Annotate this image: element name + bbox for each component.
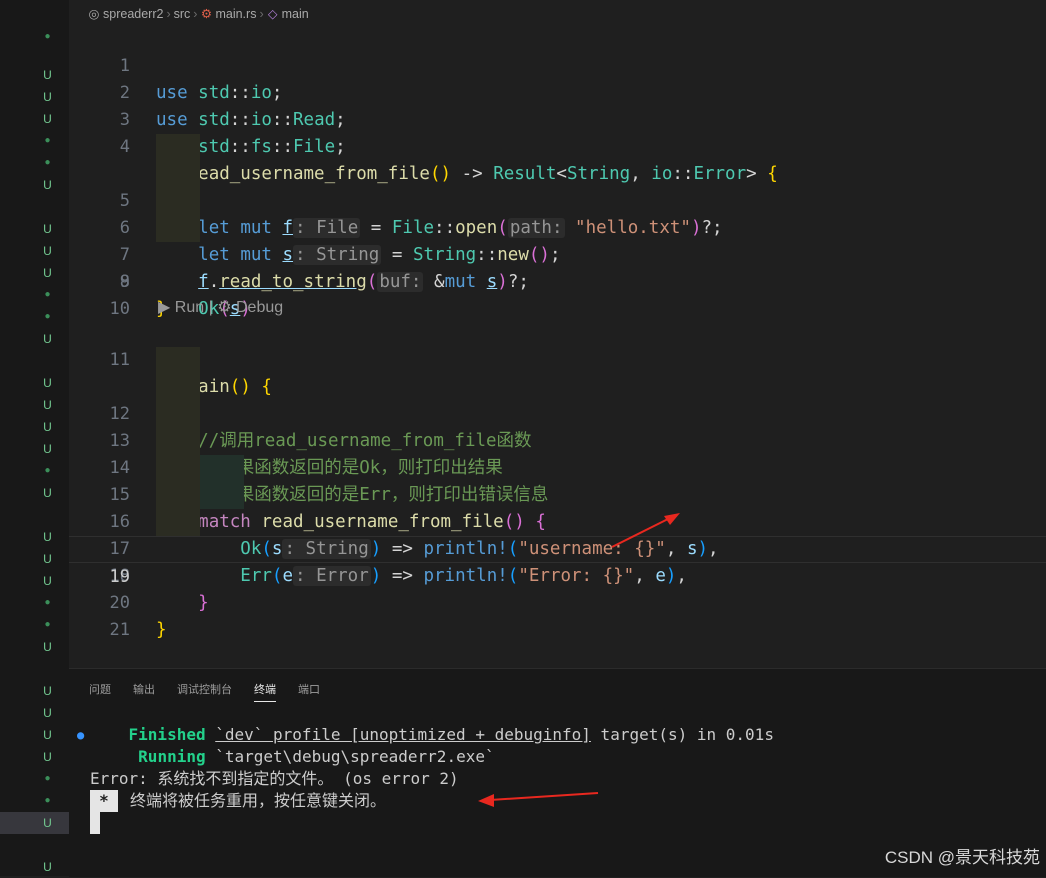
function-cube-icon: ◇ xyxy=(267,7,278,21)
terminal-status-dot-icon: ● xyxy=(77,728,85,742)
code-line[interactable]: 7 f.read_to_string(buf: &mut s)?; xyxy=(69,188,1046,292)
code-line[interactable]: 3 use std::fs::File; xyxy=(69,80,1046,157)
run-codelens-button[interactable]: ▶ Run xyxy=(158,299,204,316)
chevron-right-icon: › xyxy=(259,7,264,21)
watermark: CSDN @景天科技苑 xyxy=(884,848,1040,867)
breadcrumb: ◎ spreaderr2 › src › ⚙ main.rs › ◇ main xyxy=(88,6,309,21)
git-untracked-badge: U xyxy=(43,706,52,720)
code-line[interactable]: 2 use std::io::Read; xyxy=(69,53,1046,130)
annotation-arrow xyxy=(611,513,680,548)
git-untracked-badge[interactable]: U xyxy=(0,812,69,834)
line-number: 21 xyxy=(109,620,130,640)
git-gutter: ● U U U ● ● U U U U ● ● U U U U U ● U U … xyxy=(0,0,69,876)
tab-debug-console[interactable]: 调试控制台 xyxy=(177,681,232,701)
git-untracked-badge: U xyxy=(43,90,52,104)
tab-problems[interactable]: 问题 xyxy=(89,681,111,701)
codelens-separator: | xyxy=(208,299,213,316)
git-untracked-badge: U xyxy=(43,420,52,434)
tab-ports[interactable]: 端口 xyxy=(298,681,320,701)
chevron-right-icon: › xyxy=(193,7,198,21)
code-text: } xyxy=(156,620,167,640)
git-untracked-badge: U xyxy=(43,68,52,82)
terminal-line: 终端将被任务重用，按任意键关闭。 xyxy=(130,791,387,810)
code-line[interactable]: 14 //如果函数返回的是Err，则打印出错误信息 xyxy=(69,401,1046,505)
terminal-cursor xyxy=(90,812,100,834)
git-untracked-badge: U xyxy=(43,266,52,280)
code-line[interactable]: 16 Ok(s: String) => println!("username: … xyxy=(69,455,1046,559)
current-code-line[interactable]: 19 xyxy=(69,536,1046,587)
code-line[interactable]: 10 xyxy=(69,269,1046,319)
git-untracked-badge: U xyxy=(43,684,52,698)
git-untracked-badge: U xyxy=(43,574,52,588)
git-modified-dot: ● xyxy=(44,311,51,322)
debug-codelens-button[interactable]: ⚙ Debug xyxy=(217,299,283,316)
code-line[interactable]: 1 use std::io; xyxy=(69,26,1046,103)
git-untracked-badge: U xyxy=(43,112,52,126)
breadcrumb-symbol[interactable]: main xyxy=(282,7,309,21)
git-modified-dot: ● xyxy=(44,773,51,784)
git-modified-dot: ● xyxy=(44,135,51,146)
play-icon: ▶ xyxy=(158,299,171,316)
code-line[interactable]: 6 let mut s: String = String::new(); xyxy=(69,161,1046,265)
code-line[interactable]: 15 match read_username_from_file() { xyxy=(69,428,1046,532)
git-modified-dot: ● xyxy=(44,795,51,806)
git-untracked-badge: U xyxy=(43,552,52,566)
terminal-prompt-mark: * xyxy=(90,790,118,812)
git-untracked-badge: U xyxy=(43,728,52,742)
terminal-line: Running `target\debug\spreaderr2.exe` xyxy=(138,747,495,766)
git-untracked-badge: U xyxy=(43,376,52,390)
code-line[interactable]: 5 let mut f: File = File::open(path: "he… xyxy=(69,134,1046,238)
git-untracked-badge: U xyxy=(43,222,52,236)
code-line[interactable]: 17 Err(e: Error) => println!("Error: {}"… xyxy=(69,482,1046,586)
git-untracked-badge: U xyxy=(43,640,52,654)
line-number: 10 xyxy=(109,299,130,319)
tab-terminal[interactable]: 终端 xyxy=(254,681,276,702)
gear-icon: ⚙ xyxy=(217,299,232,316)
git-untracked-badge: U xyxy=(43,244,52,258)
breadcrumb-project[interactable]: spreaderr2 xyxy=(103,7,163,21)
code-line[interactable]: 4 fn read_username_from_file() -> Result… xyxy=(69,107,1046,184)
annotation-arrow xyxy=(478,792,599,807)
code-line[interactable]: 21 xyxy=(69,590,1046,640)
terminal-line: Finished `dev` profile [unoptimized + de… xyxy=(128,725,774,744)
git-untracked-badge: U xyxy=(43,860,52,874)
git-modified-dot: ● xyxy=(44,619,51,630)
tab-output[interactable]: 输出 xyxy=(133,681,155,701)
git-modified-dot: ● xyxy=(44,289,51,300)
breadcrumb-folder[interactable]: src xyxy=(174,7,191,21)
chevron-right-icon: › xyxy=(166,7,171,21)
git-untracked-badge: U xyxy=(43,442,52,456)
git-untracked-badge: U xyxy=(43,178,52,192)
code-line[interactable]: 18 } xyxy=(69,509,1046,613)
git-untracked-badge: U xyxy=(43,486,52,500)
git-modified-dot: ● xyxy=(44,157,51,168)
panel-tabs: 问题 输出 调试控制台 终端 端口 xyxy=(89,681,342,702)
git-untracked-badge: U xyxy=(43,750,52,764)
project-icon: ◎ xyxy=(88,7,100,21)
code-line[interactable]: 12 //调用read_username_from_file函数 xyxy=(69,347,1046,451)
code-line[interactable]: 9 } xyxy=(69,242,1046,319)
code-line[interactable]: 8 Ok(s) xyxy=(69,215,1046,319)
rust-file-icon: ⚙ xyxy=(200,7,213,21)
git-untracked-badge: U xyxy=(43,530,52,544)
git-untracked-badge: U xyxy=(43,398,52,412)
git-untracked-badge: U xyxy=(43,332,52,346)
git-modified-dot: ● xyxy=(44,31,51,42)
git-modified-dot: ● xyxy=(44,597,51,608)
terminal-line: Error: 系统找不到指定的文件。 (os error 2) xyxy=(90,769,459,788)
code-line[interactable]: 11 fn main() { xyxy=(69,320,1046,397)
codelens: ▶ Run | ⚙ Debug xyxy=(158,296,283,320)
code-line[interactable]: 20 } xyxy=(69,563,1046,640)
breadcrumb-file[interactable]: main.rs xyxy=(215,7,256,21)
git-modified-dot: ● xyxy=(44,465,51,476)
code-line[interactable]: 13 //如果函数返回的是Ok，则打印出结果 xyxy=(69,374,1046,478)
